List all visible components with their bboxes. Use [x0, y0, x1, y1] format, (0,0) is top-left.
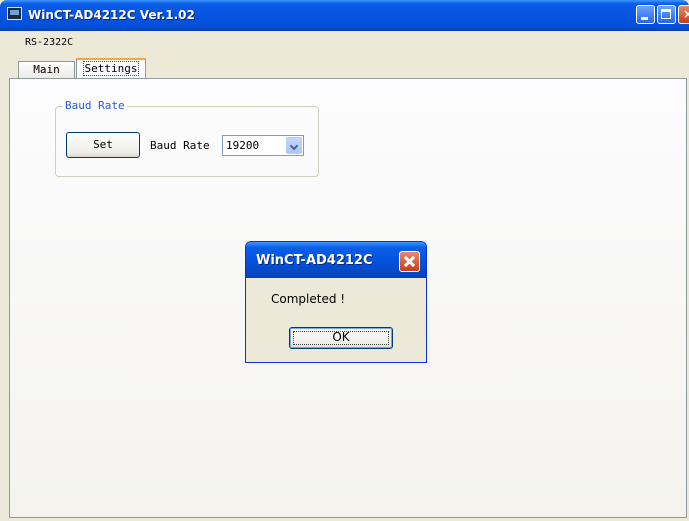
- maximize-button[interactable]: [657, 5, 676, 24]
- focus-ring: [293, 331, 389, 345]
- ok-button[interactable]: OK: [289, 327, 393, 349]
- app-window-icon[interactable]: [7, 7, 22, 20]
- menu-item-rs232c[interactable]: RS-2322C: [25, 37, 73, 48]
- close-button[interactable]: ×: [678, 5, 689, 24]
- baud-rate-value: 19200: [226, 139, 260, 152]
- tab-settings-label: Settings: [82, 61, 140, 76]
- dialog-body: Completed ! OK: [249, 278, 423, 361]
- dialog-close-button[interactable]: [399, 251, 420, 272]
- baud-rate-select[interactable]: 19200: [222, 135, 304, 156]
- menu-bar: RS-2322C: [0, 31, 689, 53]
- baud-rate-group: Baud Rate Set Baud Rate 19200: [55, 99, 319, 177]
- maximize-icon: [661, 9, 671, 19]
- dialog-title: WinCT-AD4212C: [256, 253, 373, 268]
- window-titlebar[interactable]: WinCT-AD4212C Ver.1.02 ×: [0, 0, 689, 31]
- minimize-icon: [641, 17, 648, 20]
- completed-dialog: WinCT-AD4212C Completed ! OK: [245, 241, 427, 363]
- window-title: WinCT-AD4212C Ver.1.02: [28, 8, 195, 22]
- baud-rate-group-title: Baud Rate: [63, 99, 127, 112]
- chevron-down-icon[interactable]: [286, 137, 302, 154]
- dialog-titlebar[interactable]: WinCT-AD4212C: [246, 242, 426, 278]
- tab-settings[interactable]: Settings: [76, 58, 146, 79]
- minimize-button[interactable]: [636, 5, 655, 24]
- tab-main[interactable]: Main: [18, 61, 75, 78]
- dialog-message: Completed !: [271, 292, 346, 306]
- main-window: WinCT-AD4212C Ver.1.02 × RS-2322C Main S…: [0, 0, 689, 521]
- close-icon: ×: [682, 7, 689, 21]
- set-button[interactable]: Set: [66, 132, 140, 158]
- baud-rate-label: Baud Rate: [150, 139, 210, 152]
